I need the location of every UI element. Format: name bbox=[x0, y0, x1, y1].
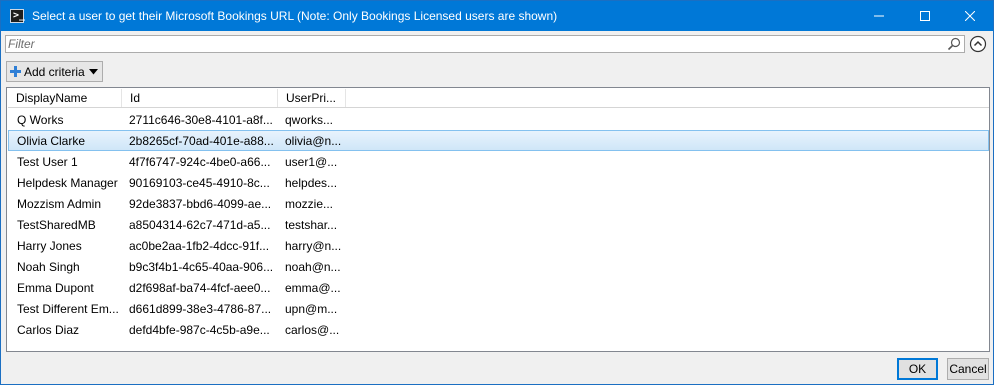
column-header-userprincipalname[interactable]: UserPri... bbox=[278, 89, 346, 107]
cell-userprincipalname: emma@... bbox=[285, 281, 341, 295]
cell-userprincipalname: noah@n... bbox=[285, 260, 341, 274]
cell-id: b9c3f4b1-4c65-40aa-906... bbox=[129, 260, 274, 274]
table-row[interactable]: Olivia Clarke 2b8265cf-70ad-401e-a88... ol… bbox=[8, 130, 989, 151]
table-row[interactable]: Emma Dupont d2f698af-ba74-4fcf-aee0... emm… bbox=[8, 277, 989, 298]
cell-userprincipalname: harry@n... bbox=[285, 239, 342, 253]
cell-displayname: Olivia Clarke bbox=[17, 134, 86, 148]
cell-displayname: Test User 1 bbox=[17, 155, 78, 169]
table-row[interactable]: Noah Singh b9c3f4b1-4c65-40aa-906... noah@… bbox=[8, 256, 989, 277]
table-row[interactable]: Mozzism Admin 92de3837-bbd6-4099-ae... moz… bbox=[8, 193, 989, 214]
cell-id: ac0be2aa-1fb2-4dcc-91f... bbox=[129, 239, 270, 253]
table-row[interactable]: Harry Jones ac0be2aa-1fb2-4dcc-91f... harr… bbox=[8, 235, 989, 256]
maximize-button[interactable] bbox=[902, 1, 948, 31]
cell-id: 4f7f6747-924c-4be0-a66... bbox=[129, 155, 271, 169]
cell-id: defd4bfe-987c-4c5b-a9e... bbox=[129, 323, 270, 337]
cell-displayname: Test Different Em... bbox=[17, 302, 119, 316]
user-list-grid[interactable]: DisplayName Id UserPri... Q Works 2711c64… bbox=[6, 87, 990, 352]
cell-userprincipalname: mozzie... bbox=[285, 197, 334, 211]
cell-displayname: Helpdesk Manager bbox=[17, 176, 118, 190]
search-icon[interactable] bbox=[947, 37, 961, 51]
dialog-window: >_ Select a user to get their Microsoft … bbox=[0, 0, 994, 385]
table-row[interactable]: Test Different Em... d661d899-38e3-4786-8… bbox=[8, 298, 989, 319]
column-header-id[interactable]: Id bbox=[122, 89, 278, 107]
cell-id: a8504314-62c7-471d-a5... bbox=[129, 218, 271, 232]
collapse-up-icon[interactable] bbox=[969, 35, 987, 53]
cell-displayname: Emma Dupont bbox=[17, 281, 94, 295]
cell-displayname: Harry Jones bbox=[17, 239, 82, 253]
close-icon bbox=[965, 11, 975, 21]
cell-displayname: Carlos Diaz bbox=[17, 323, 80, 337]
cell-displayname: Mozzism Admin bbox=[17, 197, 102, 211]
cell-userprincipalname: upn@m... bbox=[285, 302, 338, 316]
cell-id: 90169103-ce45-4910-8c... bbox=[129, 176, 270, 190]
filter-input[interactable] bbox=[8, 36, 938, 52]
add-criteria-label: Add criteria bbox=[24, 65, 85, 79]
cell-userprincipalname: qworks... bbox=[285, 113, 334, 127]
maximize-icon bbox=[920, 11, 930, 21]
close-button[interactable] bbox=[947, 1, 993, 31]
filter-box bbox=[5, 35, 965, 53]
table-row[interactable]: Helpdesk Manager 90169103-ce45-4910-8c...… bbox=[8, 172, 989, 193]
cell-userprincipalname: user1@... bbox=[285, 155, 338, 169]
ok-button[interactable]: OK bbox=[897, 358, 938, 380]
cell-displayname: Noah Singh bbox=[17, 260, 80, 274]
plus-icon bbox=[10, 66, 21, 77]
cell-userprincipalname: helpdes... bbox=[285, 176, 338, 190]
column-header-displayname[interactable]: DisplayName bbox=[8, 89, 122, 107]
cancel-button[interactable]: Cancel bbox=[947, 358, 989, 380]
window-title: Select a user to get their Microsoft Boo… bbox=[32, 9, 558, 23]
dropdown-arrow-icon bbox=[89, 69, 98, 75]
column-header-row: DisplayName Id UserPri... bbox=[8, 89, 989, 108]
cell-id: d661d899-38e3-4786-87... bbox=[129, 302, 272, 316]
cell-userprincipalname: olivia@n... bbox=[285, 134, 342, 148]
cell-userprincipalname: carlos@... bbox=[285, 323, 340, 337]
minimize-icon bbox=[874, 15, 884, 17]
cell-id: d2f698af-ba74-4fcf-aee0... bbox=[129, 281, 271, 295]
title-bar[interactable]: >_ Select a user to get their Microsoft … bbox=[1, 1, 993, 31]
cell-userprincipalname: testshar... bbox=[285, 218, 338, 232]
cell-displayname: Q Works bbox=[17, 113, 64, 127]
table-row[interactable]: Q Works 2711c646-30e8-4101-a8f... qworks..… bbox=[8, 109, 989, 130]
cell-displayname: TestSharedMB bbox=[17, 218, 96, 232]
powershell-icon: >_ bbox=[10, 9, 25, 23]
cell-id: 2b8265cf-70ad-401e-a88... bbox=[129, 134, 274, 148]
cell-id: 2711c646-30e8-4101-a8f... bbox=[129, 113, 273, 127]
column-header-filler bbox=[346, 89, 989, 107]
table-row[interactable]: Test User 1 4f7f6747-924c-4be0-a66... user… bbox=[8, 151, 989, 172]
add-criteria-button[interactable]: Add criteria bbox=[6, 61, 103, 82]
cell-id: 92de3837-bbd6-4099-ae... bbox=[129, 197, 272, 211]
table-row[interactable]: TestSharedMB a8504314-62c7-471d-a5... test… bbox=[8, 214, 989, 235]
table-row[interactable]: Carlos Diaz defd4bfe-987c-4c5b-a9e... carl… bbox=[8, 319, 989, 340]
minimize-button[interactable] bbox=[856, 1, 902, 31]
